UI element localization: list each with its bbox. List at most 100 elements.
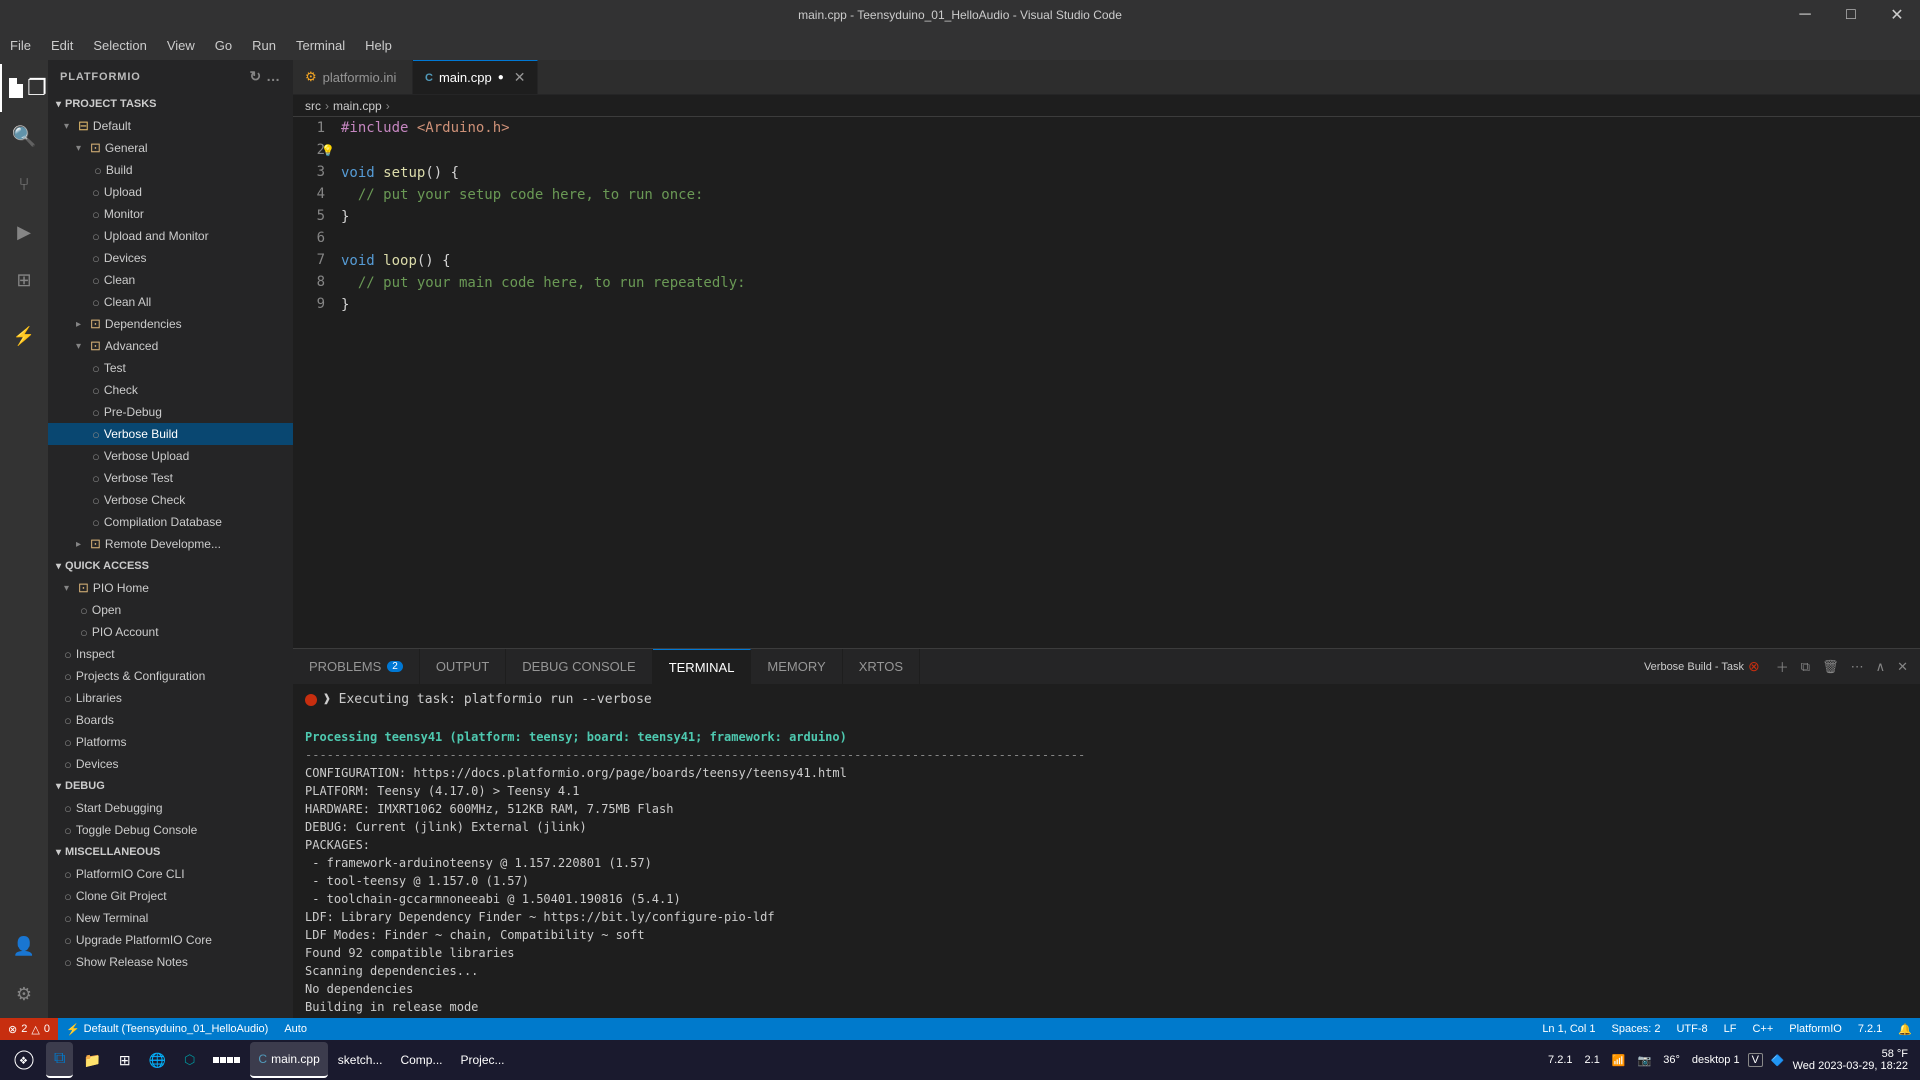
taskbar-vscode[interactable]: ⧉ — [46, 1042, 73, 1078]
tree-platformio-cli[interactable]: ○PlatformIO Core CLI — [48, 863, 293, 885]
section-debug[interactable]: ▾DEBUG — [48, 775, 293, 797]
panel-tab-problems[interactable]: PROBLEMS 2 — [293, 649, 420, 684]
activity-platformio[interactable]: ⚡ — [0, 312, 48, 360]
tree-start-debugging[interactable]: ○Start Debugging — [48, 797, 293, 819]
menu-edit[interactable]: Edit — [41, 30, 83, 60]
refresh-icon[interactable]: ↻ — [249, 68, 262, 85]
tree-pre-debug[interactable]: ○Pre-Debug — [48, 401, 293, 423]
tree-verbose-test[interactable]: ○Verbose Test — [48, 467, 293, 489]
panel-tab-terminal[interactable]: TERMINAL — [653, 649, 752, 684]
status-platformio[interactable]: PlatformIO — [1781, 1018, 1850, 1040]
tree-upload-and-monitor[interactable]: ○Upload and Monitor — [48, 225, 293, 247]
tree-default[interactable]: ▾⊟Default — [48, 115, 293, 137]
tree-boards[interactable]: ○Boards — [48, 709, 293, 731]
status-bell[interactable]: 🔔 — [1890, 1018, 1920, 1040]
tree-open[interactable]: ○Open — [48, 599, 293, 621]
tree-pio-account[interactable]: ○PIO Account — [48, 621, 293, 643]
activity-debug[interactable]: ▶ — [0, 208, 48, 256]
activity-accounts[interactable]: 👤 — [0, 922, 48, 970]
tree-upload[interactable]: ○Upload — [48, 181, 293, 203]
tree-monitor[interactable]: ○Monitor — [48, 203, 293, 225]
minimize-button[interactable]: ─ — [1782, 0, 1828, 30]
breadcrumb-file[interactable]: main.cpp — [333, 99, 382, 113]
breadcrumb-src[interactable]: src — [305, 99, 321, 113]
tab-main-cpp[interactable]: C main.cpp ● ✕ — [413, 60, 538, 94]
tree-libraries[interactable]: ○Libraries — [48, 687, 293, 709]
panel-add-button[interactable]: ＋ — [1772, 655, 1793, 678]
tree-toggle-debug-console[interactable]: ○Toggle Debug Console — [48, 819, 293, 841]
tree-platforms[interactable]: ○Platforms — [48, 731, 293, 753]
status-errors[interactable]: ⊗ 2 △ 0 — [0, 1018, 58, 1040]
tree-verbose-build[interactable]: ○Verbose Build — [48, 423, 293, 445]
maximize-button[interactable]: □ — [1828, 0, 1874, 30]
tree-build[interactable]: ○Build — [48, 159, 293, 181]
taskbar-browser[interactable]: 🌐 — [141, 1042, 174, 1078]
panel-trash-button[interactable]: 🗑 — [1818, 657, 1843, 677]
menu-terminal[interactable]: Terminal — [286, 30, 355, 60]
activity-search[interactable]: 🔍 — [0, 112, 48, 160]
tree-release-notes[interactable]: ○Show Release Notes — [48, 951, 293, 973]
activity-git[interactable]: ⑂ — [0, 160, 48, 208]
panel-close-button[interactable]: ✕ — [1893, 657, 1912, 677]
status-version[interactable]: 7.2.1 — [1850, 1018, 1890, 1040]
tree-devices-qa[interactable]: ○Devices — [48, 753, 293, 775]
panel-tab-debug-console[interactable]: DEBUG CONSOLE — [506, 649, 652, 684]
taskbar-terminal-app[interactable]: ⊞ — [111, 1042, 139, 1078]
task-kill-icon[interactable]: ⊗ — [1748, 658, 1760, 675]
close-button[interactable]: ✕ — [1874, 0, 1920, 30]
tab-platformio-ini[interactable]: ⚙ platformio.ini — [293, 60, 413, 94]
tree-projects-config[interactable]: ○Projects & Configuration — [48, 665, 293, 687]
tree-verbose-upload[interactable]: ○Verbose Upload — [48, 445, 293, 467]
activity-settings[interactable]: ⚙ — [0, 970, 48, 1018]
status-position[interactable]: Ln 1, Col 1 — [1534, 1018, 1603, 1040]
panel-more-button[interactable]: ⋯ — [1847, 657, 1868, 677]
tree-pio-home[interactable]: ▾⊡PIO Home — [48, 577, 293, 599]
panel-tab-output[interactable]: OUTPUT — [420, 649, 506, 684]
status-language[interactable]: C++ — [1744, 1018, 1781, 1040]
section-quick-access[interactable]: ▾QUICK ACCESS — [48, 555, 293, 577]
taskbar-arduino[interactable]: ⬡ — [176, 1042, 203, 1078]
code-content[interactable]: #include <Arduino.h> 💡 void setup() { //… — [333, 117, 1920, 648]
menu-view[interactable]: View — [157, 30, 205, 60]
menu-selection[interactable]: Selection — [83, 30, 156, 60]
taskbar-comp[interactable]: Comp... — [392, 1042, 450, 1078]
panel-tab-xrtos[interactable]: XRTOS — [843, 649, 920, 684]
taskbar-sketch[interactable]: sketch... — [330, 1042, 391, 1078]
panel-chevron-button[interactable]: ∧ — [1872, 657, 1890, 677]
tree-general[interactable]: ▾⊡General — [48, 137, 293, 159]
section-miscellaneous[interactable]: ▾MISCELLANEOUS — [48, 841, 293, 863]
taskbar-more-apps[interactable] — [205, 1042, 248, 1078]
tree-test[interactable]: ○Test — [48, 357, 293, 379]
status-encoding[interactable]: UTF-8 — [1668, 1018, 1715, 1040]
tree-compilation-db[interactable]: ○Compilation Database — [48, 511, 293, 533]
tree-devices[interactable]: ○Devices — [48, 247, 293, 269]
tree-clean[interactable]: ○Clean — [48, 269, 293, 291]
menu-file[interactable]: File — [0, 30, 41, 60]
tab-close-cpp[interactable]: ✕ — [514, 69, 526, 86]
tree-new-terminal[interactable]: ○New Terminal — [48, 907, 293, 929]
menu-run[interactable]: Run — [242, 30, 286, 60]
status-eol[interactable]: LF — [1716, 1018, 1745, 1040]
panel-split-button[interactable]: ⧉ — [1797, 657, 1814, 677]
tree-clean-all[interactable]: ○Clean All — [48, 291, 293, 313]
taskbar-projec[interactable]: Projec... — [452, 1042, 512, 1078]
tree-check[interactable]: ○Check — [48, 379, 293, 401]
menu-go[interactable]: Go — [205, 30, 242, 60]
activity-extensions[interactable]: ⊞ — [0, 256, 48, 304]
code-editor[interactable]: 1 2 3 4 5 6 7 8 9 #include <Arduino.h> 💡… — [293, 117, 1920, 648]
menu-help[interactable]: Help — [355, 30, 402, 60]
terminal-content[interactable]: ❱ Executing task: platformio run --verbo… — [293, 684, 1920, 1018]
activity-explorer[interactable]: ❐ — [0, 64, 48, 112]
more-icon[interactable]: … — [266, 68, 281, 85]
tree-dependencies[interactable]: ▸⊡Dependencies — [48, 313, 293, 335]
taskbar-main-cpp[interactable]: C main.cpp — [250, 1042, 327, 1078]
tree-inspect[interactable]: ○Inspect — [48, 643, 293, 665]
tree-upgrade-pio[interactable]: ○Upgrade PlatformIO Core — [48, 929, 293, 951]
tree-verbose-check[interactable]: ○Verbose Check — [48, 489, 293, 511]
tree-clone-git[interactable]: ○Clone Git Project — [48, 885, 293, 907]
taskbar-start-button[interactable]: ❖ — [4, 1040, 44, 1080]
tree-advanced[interactable]: ▾⊡Advanced — [48, 335, 293, 357]
status-spaces[interactable]: Spaces: 2 — [1604, 1018, 1669, 1040]
section-project-tasks[interactable]: ▾PROJECT TASKS — [48, 93, 293, 115]
panel-tab-memory[interactable]: MEMORY — [751, 649, 842, 684]
